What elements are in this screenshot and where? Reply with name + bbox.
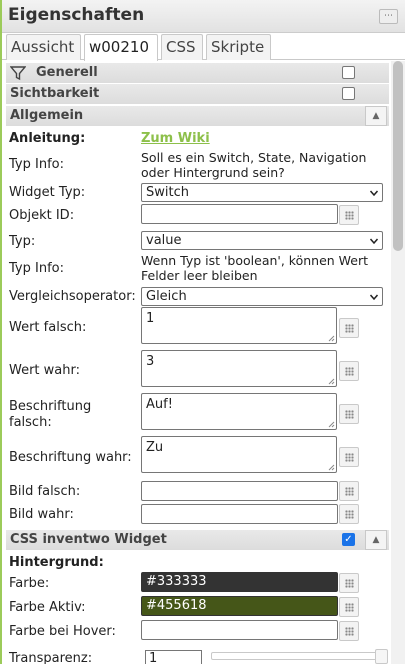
tab-css[interactable]: CSS (161, 34, 203, 60)
farbe-hover-input[interactable] (141, 620, 338, 640)
transparenz-label: Transparenz: (9, 651, 93, 664)
typ-value: value (146, 233, 182, 248)
resize-grip-icon[interactable] (328, 378, 335, 385)
transparenz-slider[interactable] (211, 649, 388, 664)
dots-icon (345, 603, 354, 612)
farbe-label: Farbe: (9, 576, 50, 591)
dots-icon (345, 324, 354, 333)
farbe-input[interactable]: #333333 (141, 572, 338, 592)
panel-header: Eigenschaften ⋯ (2, 0, 405, 33)
scrollbar-thumb[interactable] (393, 61, 403, 251)
panel-title: Eigenschaften (8, 5, 145, 25)
section-generell-label: Generell (36, 65, 98, 80)
objekt-id-input[interactable] (141, 204, 338, 224)
section-generell[interactable]: Generell (6, 63, 389, 83)
section-allgemein[interactable]: Allgemein ▲ (6, 106, 389, 126)
farbe-aktiv-label: Farbe Aktiv: (9, 600, 86, 615)
wiki-link[interactable]: Zum Wiki (141, 131, 210, 146)
chevron-down-icon (370, 238, 378, 245)
objekt-id-label: Objekt ID: (9, 208, 75, 223)
bild-falsch-picker-button[interactable] (339, 481, 359, 501)
section-sichtbarkeit-label: Sichtbarkeit (10, 86, 100, 101)
tab-aussicht[interactable]: Aussicht (6, 34, 81, 60)
wert-wahr-picker-button[interactable] (339, 361, 359, 381)
bild-wahr-picker-button[interactable] (339, 504, 359, 524)
beschriftung-falsch-value: Auf! (146, 397, 173, 412)
wert-wahr-label: Wert wahr: (9, 363, 80, 378)
widget-typ-label: Widget Typ: (9, 185, 86, 200)
beschriftung-wahr-value: Zu (146, 440, 164, 455)
typinfo2-text: Wenn Typ ist 'boolean', können Wert Feld… (141, 253, 369, 283)
wert-wahr-value: 3 (146, 354, 155, 369)
beschriftung-falsch-picker-button[interactable] (339, 404, 359, 424)
dots-icon (345, 487, 354, 496)
properties-content: Generell Sichtbarkeit Allgemein ▲ Anleit… (2, 61, 405, 664)
hintergrund-label: Hintergrund: (9, 555, 104, 570)
section-css-inventwo-widget[interactable]: CSS inventwo Widget ✓ ▲ (6, 530, 389, 550)
tab-bar: Aussicht w00210 CSS Skripte (2, 33, 405, 61)
beschriftung-wahr-textarea[interactable]: Zu (141, 436, 337, 473)
dots-icon (345, 579, 354, 588)
farbe-picker-button[interactable] (339, 573, 359, 593)
tab-skripte[interactable]: Skripte (206, 34, 271, 60)
dots-icon (345, 627, 354, 636)
filter-icon (10, 66, 26, 81)
wert-falsch-textarea[interactable]: 1 (141, 307, 337, 344)
section-css-inventwo-label: CSS inventwo Widget (10, 532, 167, 547)
beschriftung-wahr-label: Beschriftung wahr: (9, 450, 132, 465)
bild-falsch-label: Bild falsch: (9, 484, 81, 499)
vertical-scrollbar[interactable] (391, 61, 405, 664)
anleitung-label: Anleitung: (9, 131, 86, 146)
wert-falsch-picker-button[interactable] (339, 318, 359, 338)
beschriftung-falsch-label-line2: falsch: (9, 415, 52, 430)
section-allgemein-label: Allgemein (10, 108, 84, 123)
widget-typ-select[interactable]: Switch (141, 183, 383, 202)
vergleichsoperator-label: Vergleichsoperator: (9, 289, 136, 304)
tab-widget-id[interactable]: w00210 (84, 34, 158, 61)
bild-wahr-label: Bild wahr: (9, 507, 74, 522)
wert-wahr-textarea[interactable]: 3 (141, 350, 337, 387)
dots-icon (345, 510, 354, 519)
vergleichsoperator-select[interactable]: Gleich (141, 287, 383, 306)
typ-label: Typ: (9, 234, 36, 249)
resize-grip-icon[interactable] (328, 335, 335, 342)
resize-grip-icon[interactable] (328, 421, 335, 428)
beschriftung-wahr-picker-button[interactable] (339, 447, 359, 467)
beschriftung-falsch-label-line1: Beschriftung (9, 399, 92, 414)
transparenz-input[interactable]: 1 (145, 650, 202, 664)
typinfo-label: Typ Info: (9, 157, 64, 172)
wert-falsch-value: 1 (146, 311, 155, 326)
section-generell-checkbox[interactable] (342, 66, 355, 79)
dots-icon (345, 410, 354, 419)
dots-icon (345, 367, 354, 376)
typinfo-text: Soll es ein Switch, State, Navigation od… (141, 150, 367, 180)
farbe-hover-picker-button[interactable] (339, 621, 359, 641)
chevron-down-icon (370, 190, 378, 197)
dots-icon (345, 211, 354, 220)
farbe-hover-label: Farbe bei Hover: (9, 624, 116, 639)
chevron-down-icon (370, 294, 378, 301)
section-sichtbarkeit[interactable]: Sichtbarkeit (6, 84, 389, 104)
vergleichsoperator-value: Gleich (146, 289, 187, 304)
typ-select[interactable]: value (141, 231, 383, 250)
section-css-inventwo-checkbox[interactable]: ✓ (342, 533, 355, 546)
menu-icon[interactable]: ⋯ (379, 9, 398, 24)
bild-falsch-input[interactable] (141, 481, 338, 501)
farbe-aktiv-input[interactable]: #455618 (141, 596, 338, 616)
section-sichtbarkeit-checkbox[interactable] (342, 87, 355, 100)
properties-panel: Eigenschaften ⋯ Aussicht w00210 CSS Skri… (0, 0, 405, 664)
wert-falsch-label: Wert falsch: (9, 320, 87, 335)
typinfo2-label: Typ Info: (9, 261, 64, 276)
beschriftung-falsch-textarea[interactable]: Auf! (141, 393, 337, 430)
collapse-up-icon[interactable]: ▲ (365, 106, 387, 126)
collapse-up-icon[interactable]: ▲ (365, 530, 387, 550)
objekt-id-picker-button[interactable] (339, 205, 359, 225)
farbe-aktiv-picker-button[interactable] (339, 597, 359, 617)
bild-wahr-input[interactable] (141, 504, 338, 524)
slider-handle[interactable] (375, 649, 388, 664)
widget-typ-value: Switch (146, 185, 189, 200)
dots-icon (345, 453, 354, 462)
resize-grip-icon[interactable] (328, 464, 335, 471)
